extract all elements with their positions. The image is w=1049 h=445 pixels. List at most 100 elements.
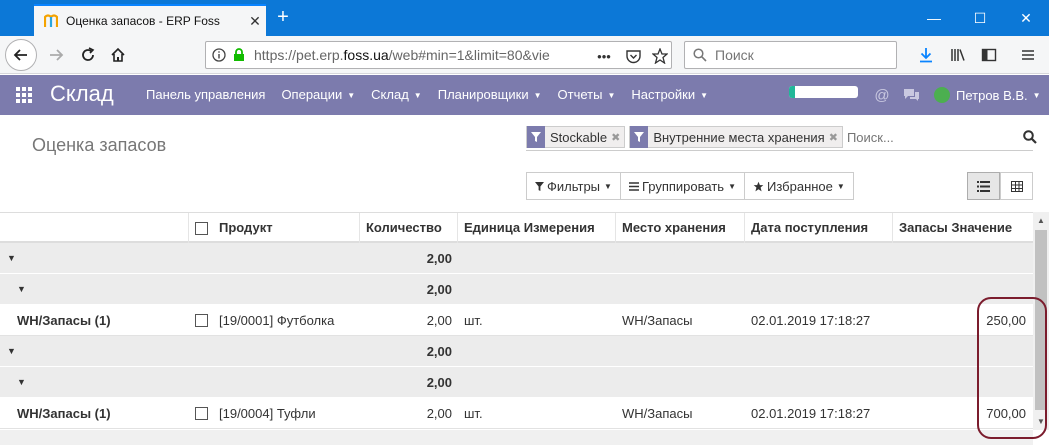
page-actions-icon[interactable]: ••• <box>595 47 613 65</box>
search-icon[interactable] <box>1023 128 1037 146</box>
column-header-uom[interactable]: Единица Измерения <box>464 213 595 244</box>
browser-tab[interactable]: Оценка запасов - ERP Foss ✕ <box>34 4 266 36</box>
back-button[interactable] <box>5 39 37 71</box>
menu-settings[interactable]: Настройки ▼ <box>623 75 716 115</box>
chevron-down-icon: ▼ <box>700 90 709 100</box>
remove-facet-icon[interactable]: ✖ <box>829 131 842 144</box>
app-brand[interactable]: Склад <box>50 81 114 107</box>
browser-search-input[interactable] <box>715 47 885 63</box>
menu-warehouse[interactable]: Склад ▼ <box>363 75 430 115</box>
apps-grid-icon[interactable] <box>16 87 32 103</box>
column-header-product[interactable]: Продукт <box>219 213 273 244</box>
library-icon[interactable] <box>944 41 972 69</box>
filter-icon <box>535 181 544 191</box>
table-icon <box>1010 180 1023 192</box>
group-header: ▼[19/0004] Туфли (1) <box>7 336 128 390</box>
browser-search-box[interactable] <box>684 41 897 69</box>
menu-reports[interactable]: Отчеты ▼ <box>550 75 624 115</box>
back-arrow-icon <box>13 49 27 61</box>
cell-date: 02.01.2019 17:18:27 <box>751 313 871 328</box>
progress-fill <box>789 86 795 98</box>
table-row[interactable]: [19/0001] Футболка 2,00 шт. WH/Запасы 02.01.… <box>0 305 1033 336</box>
group-by-button[interactable]: Группировать ▼ <box>620 172 745 200</box>
pocket-icon[interactable] <box>624 47 642 65</box>
lock-icon <box>234 48 244 61</box>
forward-icon[interactable] <box>42 41 70 69</box>
chat-icon[interactable] <box>902 85 920 105</box>
menu-schedulers[interactable]: Планировщики ▼ <box>430 75 550 115</box>
facet-label: Внутренние места хранения <box>653 129 825 145</box>
filters-button[interactable]: Фильтры ▼ <box>526 172 621 200</box>
pivot-view-button[interactable] <box>1000 172 1033 200</box>
group-row[interactable]: ▼[19/0001] Футболка (1) 2,00 <box>0 243 1033 297</box>
chevron-down-icon: ▼ <box>1032 90 1041 100</box>
minimize-icon[interactable]: — <box>911 0 957 36</box>
filter-icon <box>630 126 649 148</box>
new-tab-icon[interactable]: + <box>272 4 294 32</box>
url-text: https://pet.erp.foss.ua/web#min=1&limit=… <box>254 47 550 63</box>
search-input[interactable] <box>846 126 1023 148</box>
group-quantity: 2,00 <box>426 282 452 297</box>
maximize-icon[interactable]: ☐ <box>957 0 1003 36</box>
at-icon[interactable]: @ <box>873 85 891 105</box>
column-header-quantity[interactable]: Количество <box>366 213 442 244</box>
tab-close-icon[interactable]: ✕ <box>244 13 266 30</box>
horizontal-scrollbar[interactable] <box>0 430 1033 445</box>
group-row[interactable]: ▼[19/0004] Туфли (1) 2,00 <box>0 336 1033 390</box>
cell-quantity: 2,00 <box>426 313 452 328</box>
progress-bar <box>789 86 858 98</box>
select-all-checkbox[interactable] <box>195 222 208 235</box>
list-view-button[interactable] <box>967 172 1000 200</box>
cell-uom: шт. <box>464 313 483 328</box>
bars-icon <box>628 181 639 191</box>
menu-operations[interactable]: Операции ▼ <box>273 75 363 115</box>
group-header: ▼[19/0001] Футболка (1) <box>7 243 148 297</box>
group-header: ▼ WH/Запасы (1) <box>17 367 111 421</box>
search-facet[interactable]: Внутренние места хранения ✖ <box>629 126 843 148</box>
scroll-up-icon[interactable]: ▲ <box>1033 212 1049 229</box>
bookmark-star-icon[interactable] <box>651 47 669 65</box>
hamburger-menu-icon[interactable] <box>1014 41 1042 69</box>
chevron-down-icon: ▼ <box>607 90 616 100</box>
group-row[interactable]: ▼ WH/Запасы (1) 2,00 <box>0 274 1033 328</box>
window-close-icon[interactable]: ✕ <box>1003 0 1049 36</box>
group-quantity: 2,00 <box>426 375 452 390</box>
address-bar[interactable]: https://pet.erp.foss.ua/web#min=1&limit=… <box>205 41 672 69</box>
browser-navbar: https://pet.erp.foss.ua/web#min=1&limit=… <box>0 36 1049 74</box>
group-quantity: 2,00 <box>426 344 452 359</box>
favorites-button[interactable]: Избранное ▼ <box>745 172 854 200</box>
search-icon <box>693 48 707 62</box>
chevron-down-icon: ▼ <box>413 90 422 100</box>
star-icon <box>753 181 764 192</box>
tab-title: Оценка запасов - ERP Foss <box>66 14 220 28</box>
filter-icon <box>527 126 545 148</box>
row-checkbox[interactable] <box>195 314 208 327</box>
sidebar-icon[interactable] <box>975 41 1003 69</box>
menu-dashboard[interactable]: Панель управления <box>138 75 273 115</box>
info-icon <box>212 48 226 62</box>
search-facet[interactable]: Stockable ✖ <box>526 126 626 148</box>
chevron-down-icon: ▼ <box>533 90 542 100</box>
group-header: ▼ WH/Запасы (1) <box>17 274 111 328</box>
cell-product: [19/0004] Туфли <box>219 406 316 421</box>
column-header-location[interactable]: Место хранения <box>622 213 726 244</box>
user-menu[interactable]: Петров В.В. ▼ <box>934 85 1041 105</box>
caret-down-icon: ▼ <box>17 284 26 294</box>
caret-down-icon: ▼ <box>7 253 16 263</box>
search-options: Фильтры ▼ Группировать ▼ Избранное ▼ <box>526 172 854 200</box>
home-icon[interactable] <box>104 41 132 69</box>
remove-facet-icon[interactable]: ✖ <box>611 131 624 144</box>
column-header-date[interactable]: Дата поступления <box>751 213 868 244</box>
row-checkbox[interactable] <box>195 407 208 420</box>
table-row[interactable]: [19/0004] Туфли 2,00 шт. WH/Запасы 02.01.201… <box>0 398 1033 429</box>
list-view: Продукт Количество Единица Измерения Мес… <box>0 212 1033 429</box>
table-header: Продукт Количество Единица Измерения Мес… <box>0 212 1033 244</box>
cell-location: WH/Запасы <box>622 406 693 421</box>
download-icon[interactable] <box>912 41 940 69</box>
user-name: Петров В.В. <box>956 87 1028 103</box>
group-row[interactable]: ▼ WH/Запасы (1) 2,00 <box>0 367 1033 421</box>
reload-icon[interactable] <box>74 41 102 69</box>
list-icon <box>977 180 990 192</box>
view-switcher <box>967 172 1033 200</box>
column-header-value[interactable]: Запасы Значение <box>899 213 1012 244</box>
